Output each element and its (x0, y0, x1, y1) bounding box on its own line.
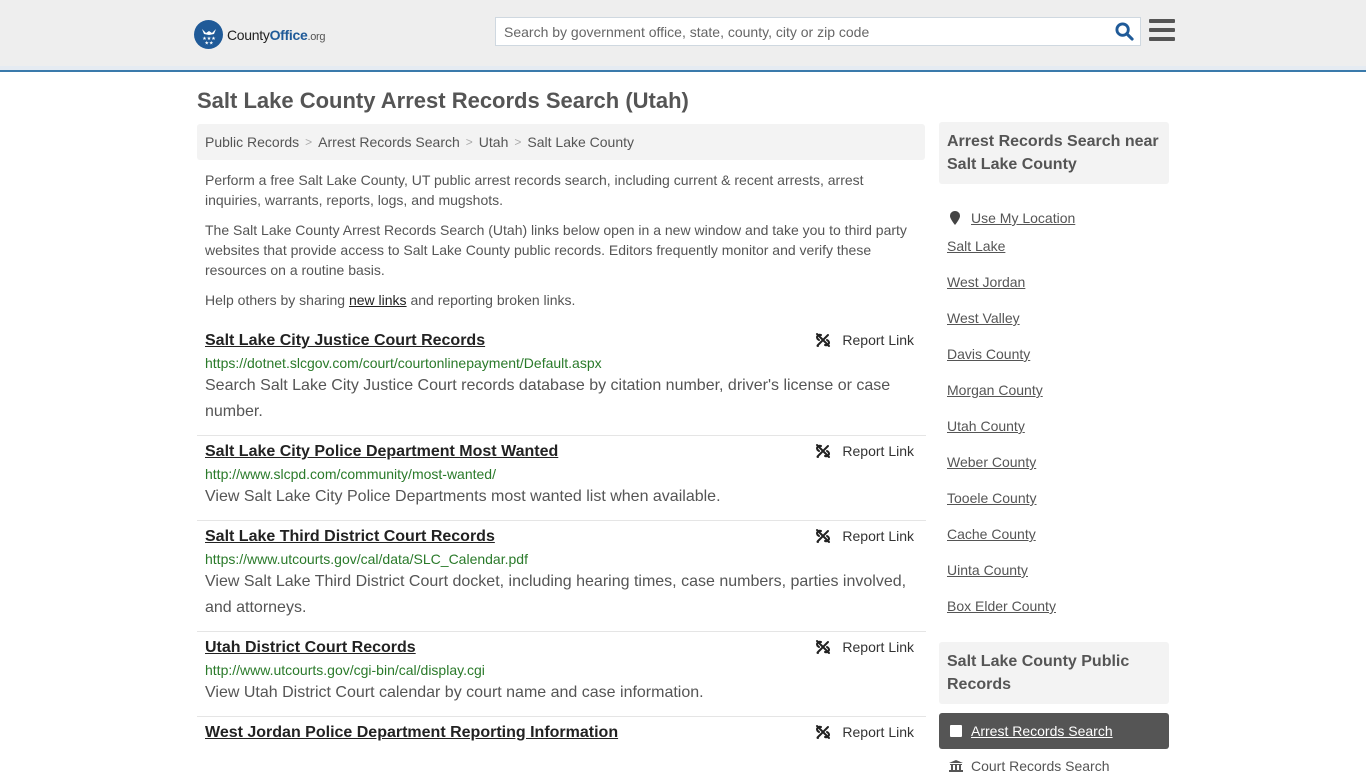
nearby-link[interactable]: Davis County (947, 344, 1161, 380)
nearby-link[interactable]: West Valley (947, 308, 1161, 344)
result-url: http://www.slcpd.com/community/most-want… (205, 466, 496, 482)
result-description: Search Salt Lake City Justice Court reco… (205, 377, 891, 420)
svg-text:★★: ★★ (204, 40, 213, 45)
nearby-link[interactable]: Salt Lake (947, 236, 1161, 272)
breadcrumb-utah[interactable]: Utah (479, 134, 509, 150)
sidebar: Arrest Records Search near Salt Lake Cou… (939, 122, 1169, 774)
result-item: Salt Lake City Police Department Most Wa… (197, 436, 926, 521)
square-icon (950, 725, 962, 737)
report-link-button[interactable]: Report Link (815, 724, 914, 740)
sidebar-item-arrest-records-search[interactable]: Arrest Records Search (939, 713, 1169, 749)
results-list: Salt Lake City Justice Court Records Rep… (197, 325, 926, 753)
result-title-link[interactable]: Utah District Court Records (205, 638, 416, 658)
menu-bar-icon (1149, 28, 1175, 32)
search-input[interactable] (496, 18, 1108, 45)
broken-link-icon (816, 640, 831, 654)
nearby-link[interactable]: Cache County (947, 524, 1161, 560)
sidebar-item-court-records-search[interactable]: Court Records Search (939, 758, 1169, 774)
intro-paragraph-3: Help others by sharing new links and rep… (205, 290, 920, 310)
nearby-link[interactable]: Box Elder County (947, 596, 1161, 632)
nearby-heading: Arrest Records Search near Salt Lake Cou… (939, 122, 1169, 184)
search-button[interactable] (1108, 18, 1140, 45)
result-item: Salt Lake Third District Court Records R… (197, 521, 926, 632)
result-item: Utah District Court Records Report Link … (197, 632, 926, 717)
breadcrumb: Public Records > Arrest Records Search >… (197, 124, 925, 160)
search-icon (1114, 22, 1134, 41)
intro-paragraph-1: Perform a free Salt Lake County, UT publ… (205, 172, 864, 208)
result-url: https://www.utcourts.gov/cal/data/SLC_Ca… (205, 551, 528, 567)
intro-text: Perform a free Salt Lake County, UT publ… (205, 170, 920, 320)
result-title-link[interactable]: Salt Lake City Police Department Most Wa… (205, 442, 558, 462)
search-bar (495, 17, 1141, 46)
nearby-list: Use My Location Salt Lake West Jordan We… (939, 184, 1169, 632)
court-records-search-label: Court Records Search (971, 758, 1110, 774)
courthouse-icon (949, 760, 963, 772)
site-header: ★★★ ★★ CountyOffice.org (0, 0, 1366, 72)
logo-name: County (227, 26, 270, 43)
breadcrumb-separator: > (305, 135, 313, 149)
result-description: View Salt Lake Third District Court dock… (205, 573, 907, 616)
logo-name-bold: Office (269, 26, 308, 43)
report-link-label: Report Link (842, 724, 914, 740)
breadcrumb-salt-lake-county[interactable]: Salt Lake County (527, 134, 634, 150)
nearby-link[interactable]: Tooele County (947, 488, 1161, 524)
breadcrumb-separator: > (514, 135, 522, 149)
intro-paragraph-2: The Salt Lake County Arrest Records Sear… (205, 222, 907, 278)
breadcrumb-separator: > (465, 135, 473, 149)
broken-link-icon (816, 725, 831, 739)
hamburger-menu-button[interactable] (1149, 19, 1175, 43)
public-records-heading: Salt Lake County Public Records (939, 642, 1169, 704)
nearby-link[interactable]: Weber County (947, 452, 1161, 488)
page-title: Salt Lake County Arrest Records Search (… (197, 88, 689, 113)
result-url: http://www.utcourts.gov/cgi-bin/cal/disp… (205, 662, 485, 678)
menu-bar-icon (1149, 37, 1175, 41)
result-item: Salt Lake City Justice Court Records Rep… (197, 325, 926, 436)
new-links-link[interactable]: new links (349, 292, 407, 308)
intro-text-after: and reporting broken links. (406, 292, 576, 308)
broken-link-icon (816, 529, 831, 543)
report-link-button[interactable]: Report Link (815, 332, 914, 348)
result-description: View Salt Lake City Police Departments m… (205, 488, 721, 505)
header-band (0, 66, 1366, 70)
result-title-link[interactable]: Salt Lake Third District Court Records (205, 527, 495, 547)
result-url: https://dotnet.slcgov.com/court/courtonl… (205, 355, 602, 371)
report-link-button[interactable]: Report Link (815, 528, 914, 544)
report-link-button[interactable]: Report Link (815, 443, 914, 459)
result-title-link[interactable]: Salt Lake City Justice Court Records (205, 331, 485, 351)
logo-tld: .org (307, 30, 326, 43)
broken-link-icon (816, 333, 831, 347)
report-link-label: Report Link (842, 639, 914, 655)
report-link-label: Report Link (842, 443, 914, 459)
nearby-link[interactable]: Utah County (947, 416, 1161, 452)
report-link-label: Report Link (842, 528, 914, 544)
logo-text: CountyOffice.org (227, 26, 326, 43)
use-my-location-label: Use My Location (971, 210, 1076, 226)
report-link-label: Report Link (842, 332, 914, 348)
result-title-link[interactable]: West Jordan Police Department Reporting … (205, 723, 618, 743)
eagle-stars-icon: ★★★ ★★ (194, 20, 223, 49)
breadcrumb-public-records[interactable]: Public Records (205, 134, 299, 150)
broken-link-icon (816, 444, 831, 458)
nearby-link[interactable]: Uinta County (947, 560, 1161, 596)
result-description: View Utah District Court calendar by cou… (205, 684, 704, 701)
intro-text-before: Help others by sharing (205, 292, 349, 308)
result-item: West Jordan Police Department Reporting … (197, 717, 926, 753)
site-logo[interactable]: ★★★ ★★ CountyOffice.org (194, 20, 326, 49)
report-link-button[interactable]: Report Link (815, 639, 914, 655)
menu-bar-icon (1149, 19, 1175, 23)
use-my-location-link[interactable]: Use My Location (947, 200, 1161, 236)
map-marker-icon (950, 211, 960, 225)
nearby-link[interactable]: West Jordan (947, 272, 1161, 308)
breadcrumb-arrest-records-search[interactable]: Arrest Records Search (318, 134, 460, 150)
arrest-records-search-link[interactable]: Arrest Records Search (971, 723, 1113, 739)
nearby-link[interactable]: Morgan County (947, 380, 1161, 416)
